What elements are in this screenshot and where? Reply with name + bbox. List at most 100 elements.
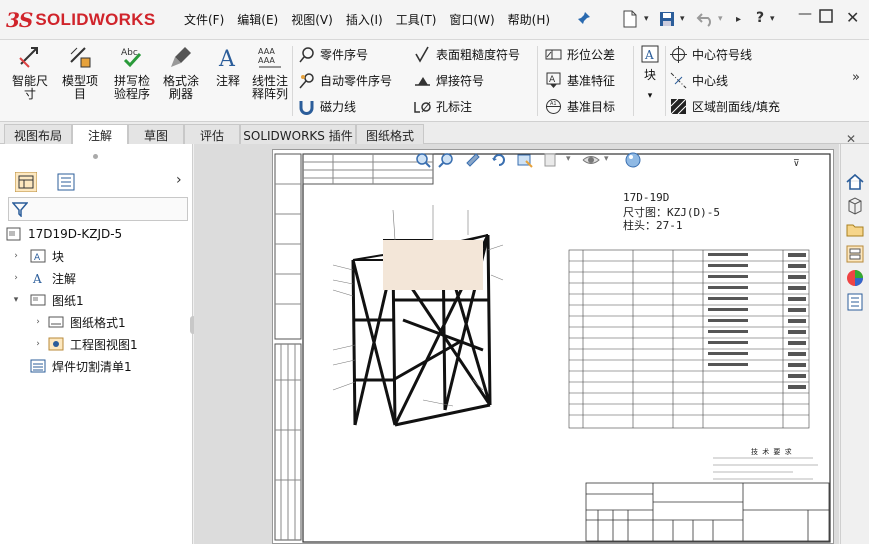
drawing-title-line-3: 柱头：27-1 [623, 219, 683, 232]
menu-view[interactable]: 视图(V) [291, 11, 333, 28]
tab-sketch[interactable]: 草图 [128, 124, 184, 144]
datum-target-button[interactable]: A1 基准目标 [545, 96, 615, 116]
select-arrow-icon[interactable]: ▸ [736, 14, 741, 25]
balloon-label: 零件序号 [320, 47, 369, 62]
center-mark-button[interactable]: 中心符号线 [670, 44, 752, 64]
expand-arrow-icon[interactable]: › [32, 339, 44, 349]
save-dropdown-icon[interactable]: ▾ [680, 14, 685, 24]
previous-view-icon[interactable] [464, 151, 482, 169]
collapse-arrow-icon[interactable]: ▾ [10, 295, 22, 305]
block-dropdown-icon[interactable]: ▾ [638, 90, 662, 103]
centerline-button[interactable]: 中心线 [670, 70, 728, 90]
tree-root[interactable]: 17D19D-KZJD-5 [6, 224, 122, 244]
expand-arrow-icon[interactable]: › [10, 273, 22, 283]
magnetic-line-button[interactable]: 磁力线 [298, 96, 356, 116]
expand-arrow-icon[interactable]: › [32, 317, 44, 327]
auto-balloon-button[interactable]: 自动零件序号 [298, 70, 392, 90]
feature-tree-tab-icon[interactable] [15, 172, 37, 192]
file-explorer-icon[interactable] [845, 220, 865, 240]
close-icon[interactable]: ✕ [846, 8, 859, 27]
note-label: 注释 [215, 74, 240, 88]
tree-item-drawing-view1[interactable]: › 工程图视图1 [32, 334, 138, 354]
hatch-icon [670, 98, 687, 114]
solidworks-window: 3S SOLIDWORKS 文件(F) 编辑(E) 视图(V) 插入(I) 工具… [0, 0, 869, 544]
new-dropdown-icon[interactable]: ▾ [644, 14, 649, 24]
block-button[interactable]: A 块 ▾ [638, 44, 662, 103]
minimize-icon[interactable]: — [798, 6, 812, 22]
undo-dropdown-icon[interactable]: ▾ [718, 14, 723, 24]
spell-checker-button[interactable]: Abc 拼写检 验程序 [110, 44, 154, 101]
drawing-view-icon [48, 337, 64, 351]
drawing-sheet[interactable]: ⊽ 17D-19D 尺寸图：KZJ(D)-5 柱头：27-1 技 术 要 求 [272, 149, 834, 544]
surface-finish-button[interactable]: 表面粗糙度符号 [414, 44, 520, 64]
hide-show-dropdown-icon[interactable]: ▾ [604, 154, 609, 164]
datum-feature-button[interactable]: A 基准特征 [545, 70, 615, 90]
center-mark-label: 中心符号线 [692, 47, 753, 62]
menu-edit[interactable]: 编辑(E) [237, 11, 278, 28]
tree-item-label: 注解 [52, 271, 77, 286]
tab-solidworks-addins[interactable]: SOLIDWORKS 插件 [240, 124, 356, 144]
balloon-button[interactable]: 零件序号 [298, 44, 368, 64]
sheet-icon [30, 294, 46, 306]
tree-item-label: 工程图视图1 [70, 337, 138, 352]
model-items-button[interactable]: 模型项 目 [58, 44, 102, 101]
tree-item-cut-list[interactable]: 焊件切割清单1 [30, 356, 132, 376]
model-items-icon [70, 47, 91, 68]
tree-filter-box[interactable] [8, 197, 188, 221]
maximize-icon[interactable] [819, 9, 833, 27]
property-manager-tab-icon[interactable] [55, 172, 77, 192]
tree-item-block[interactable]: › A 块 [10, 246, 64, 266]
graphics-area[interactable]: ⊽ 17D-19D 尺寸图：KZJ(D)-5 柱头：27-1 技 术 要 求 ▾… [194, 144, 839, 544]
save-icon[interactable] [657, 9, 677, 29]
zoom-to-fit-icon[interactable] [414, 151, 432, 169]
linear-note-pattern-button[interactable]: AAA AAA 线性注 释阵列 [248, 44, 292, 101]
tab-annotation[interactable]: 注解 [72, 124, 128, 145]
format-painter-button[interactable]: 格式涂 刷器 [158, 44, 204, 101]
geometric-tolerance-button[interactable]: 形位公差 [545, 44, 615, 64]
custom-properties-icon[interactable] [845, 292, 865, 312]
hole-callout-button[interactable]: 孔标注 [414, 96, 472, 116]
appearances-icon[interactable] [845, 268, 865, 288]
menu-tools[interactable]: 工具(T) [396, 11, 437, 28]
hide-show-items-icon[interactable] [582, 151, 600, 169]
smart-dimension-button[interactable]: 智能尺 寸 [8, 44, 52, 101]
help-dropdown-icon[interactable]: ▾ [770, 14, 775, 24]
weld-symbol-button[interactable]: 焊接符号 [414, 70, 484, 90]
undo-icon[interactable] [696, 10, 716, 28]
tab-sheet-format[interactable]: 图纸格式 [356, 124, 424, 144]
pan-view-icon[interactable] [516, 151, 534, 169]
zoom-to-area-icon[interactable] [438, 151, 456, 169]
hatch-fill-button[interactable]: 区域剖面线/填充 [670, 96, 780, 116]
menu-insert[interactable]: 插入(I) [346, 11, 383, 28]
menu-help[interactable]: 帮助(H) [508, 11, 550, 28]
pin-icon[interactable] [577, 11, 591, 25]
svg-text:A1: A1 [550, 101, 557, 107]
panel-grip-dot[interactable] [93, 154, 98, 159]
design-library-icon[interactable] [845, 196, 865, 216]
display-style-dropdown-icon[interactable]: ▾ [566, 154, 571, 164]
note-button[interactable]: A 注释 [212, 44, 244, 88]
menu-file[interactable]: 文件(F) [184, 11, 224, 28]
ribbon-overflow-icon[interactable]: » [852, 70, 860, 85]
smart-dimension-icon [19, 47, 38, 68]
panel-expand-chevron-icon[interactable]: › [176, 172, 182, 188]
tree-item-sheet-format1[interactable]: › 图纸格式1 [32, 312, 125, 332]
tree-item-label: 图纸1 [52, 293, 84, 308]
menu-window[interactable]: 窗口(W) [449, 11, 494, 28]
tree-item-sheet1[interactable]: ▾ 图纸1 [10, 290, 84, 310]
appearance-sphere-icon[interactable] [624, 151, 642, 169]
command-manager-ribbon: 智能尺 寸 模型项 目 Abc 拼写检 验程序 格式涂 刷器 A 注释 AAA A… [0, 40, 869, 122]
rotate-view-icon[interactable] [490, 151, 508, 169]
close-task-pane-icon[interactable]: ✕ [846, 132, 856, 146]
tab-view-layout[interactable]: 视图布局 [4, 124, 72, 144]
tab-evaluate[interactable]: 评估 [184, 124, 240, 144]
home-icon[interactable] [845, 172, 865, 192]
magnetic-line-label: 磁力线 [320, 99, 357, 114]
view-palette-icon[interactable] [845, 244, 865, 264]
magnet-icon [299, 100, 314, 115]
tree-item-annotations[interactable]: › A 注解 [10, 268, 76, 288]
display-style-icon[interactable] [542, 151, 560, 169]
expand-arrow-icon[interactable]: › [10, 251, 22, 261]
help-icon[interactable]: ? [756, 10, 764, 26]
new-document-icon[interactable] [620, 9, 640, 29]
